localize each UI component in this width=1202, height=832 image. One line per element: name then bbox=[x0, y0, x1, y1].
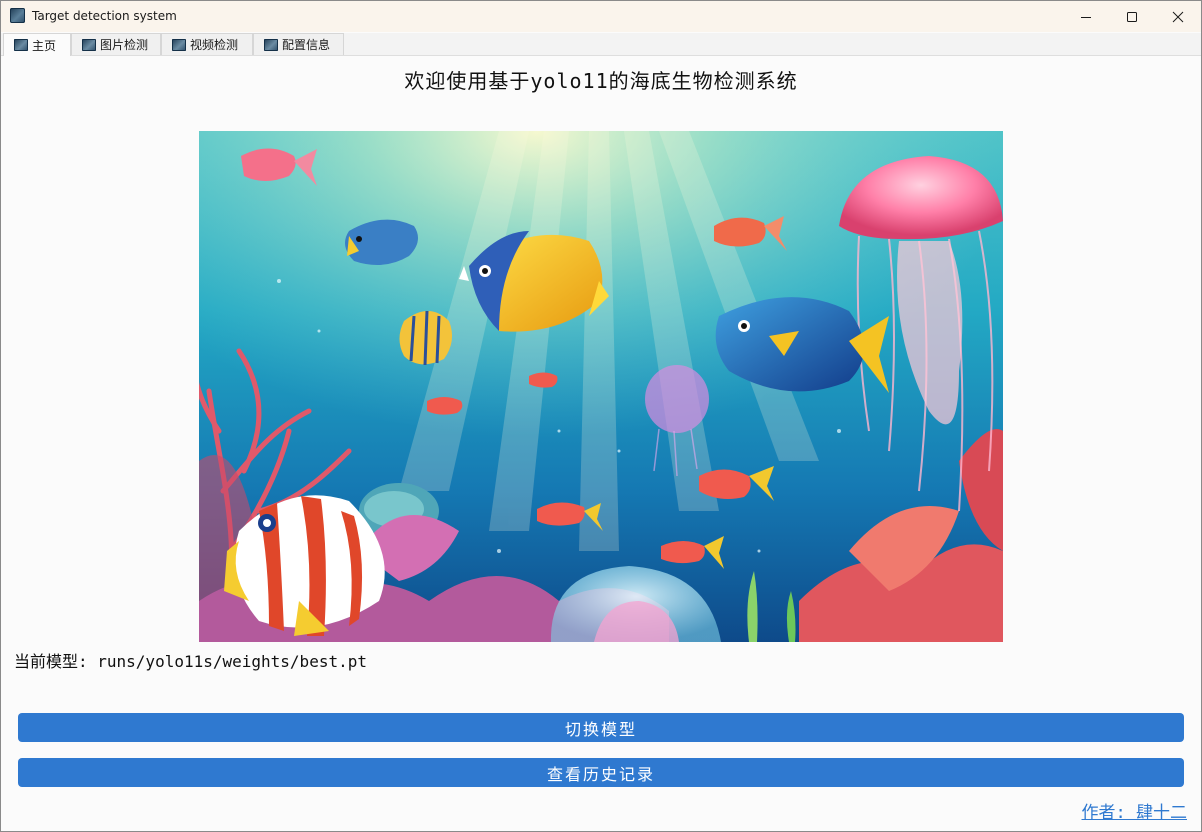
maximize-icon bbox=[1127, 11, 1137, 22]
tab-video-detection[interactable]: 视频检测 bbox=[161, 33, 253, 55]
minimize-icon bbox=[1081, 16, 1091, 18]
close-icon bbox=[1172, 11, 1184, 22]
underwater-scene-image bbox=[199, 131, 1003, 642]
tab-label: 图片检测 bbox=[100, 38, 149, 52]
tab-label: 主页 bbox=[32, 38, 57, 53]
window-title: Target detection system bbox=[32, 9, 177, 23]
app-thumbnail-icon bbox=[82, 38, 96, 51]
close-button[interactable] bbox=[1155, 1, 1201, 32]
author-link[interactable]: 作者: 肆十二 bbox=[1082, 798, 1187, 823]
page-title: 欢迎使用基于yolo11的海底生物检测系统 bbox=[404, 69, 798, 93]
current-model-label: 当前模型: runs/yolo11s/weights/best.pt bbox=[14, 652, 367, 671]
view-history-button[interactable]: 查看历史记录 bbox=[18, 758, 1184, 787]
app-thumbnail-icon bbox=[264, 38, 278, 51]
app-thumbnail-icon bbox=[14, 39, 28, 51]
minimize-button[interactable] bbox=[1063, 1, 1109, 32]
title-bar[interactable]: Target detection system bbox=[1, 1, 1201, 32]
app-window: Target detection system 主页 图片检测 视频检测 配置信… bbox=[0, 0, 1202, 832]
underwater-illustration bbox=[199, 131, 1003, 642]
app-thumbnail-icon bbox=[172, 38, 186, 51]
tab-label: 视频检测 bbox=[190, 38, 239, 52]
tab-bar: 主页 图片检测 视频检测 配置信息 bbox=[1, 33, 1201, 56]
tab-home[interactable]: 主页 bbox=[3, 33, 71, 56]
tab-config-info[interactable]: 配置信息 bbox=[253, 33, 344, 55]
switch-model-button[interactable]: 切换模型 bbox=[18, 713, 1184, 742]
app-icon bbox=[10, 8, 25, 23]
maximize-button[interactable] bbox=[1109, 1, 1155, 32]
tab-image-detection[interactable]: 图片检测 bbox=[71, 33, 161, 55]
tab-label: 配置信息 bbox=[282, 38, 331, 52]
